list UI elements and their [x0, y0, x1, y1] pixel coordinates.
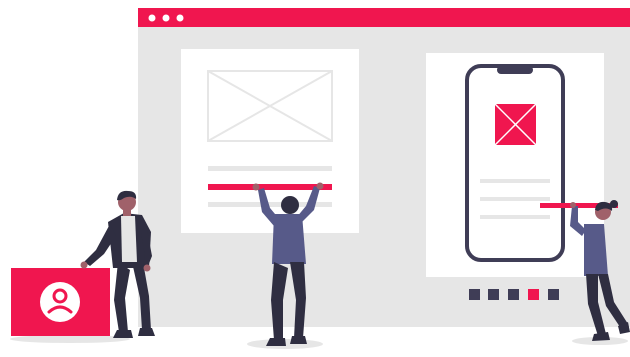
browser-dot — [162, 14, 170, 22]
user-circle-icon — [40, 282, 80, 322]
browser-title-bar — [138, 8, 630, 27]
pagination-dot[interactable] — [469, 289, 480, 300]
ground-shadow — [10, 335, 130, 343]
pagination-dot[interactable] — [548, 289, 559, 300]
pagination-dot[interactable] — [488, 289, 499, 300]
image-placeholder-icon — [494, 103, 537, 146]
pagination-dot-active[interactable] — [528, 289, 539, 300]
pagination-dot[interactable] — [508, 289, 519, 300]
browser-dot — [148, 14, 156, 22]
ui-design-illustration — [10, 8, 630, 349]
wireframe-card — [181, 49, 359, 233]
phone-frame — [465, 64, 565, 262]
mobile-preview-card — [426, 53, 604, 277]
browser-dot — [176, 14, 184, 22]
profile-card — [11, 268, 110, 336]
text-line-placeholder — [208, 166, 332, 171]
text-line-placeholder — [480, 179, 550, 183]
text-line-placeholder — [480, 197, 550, 201]
illustration-canvas — [0, 0, 630, 352]
phone-notch — [497, 66, 533, 74]
text-line-placeholder — [480, 215, 550, 219]
